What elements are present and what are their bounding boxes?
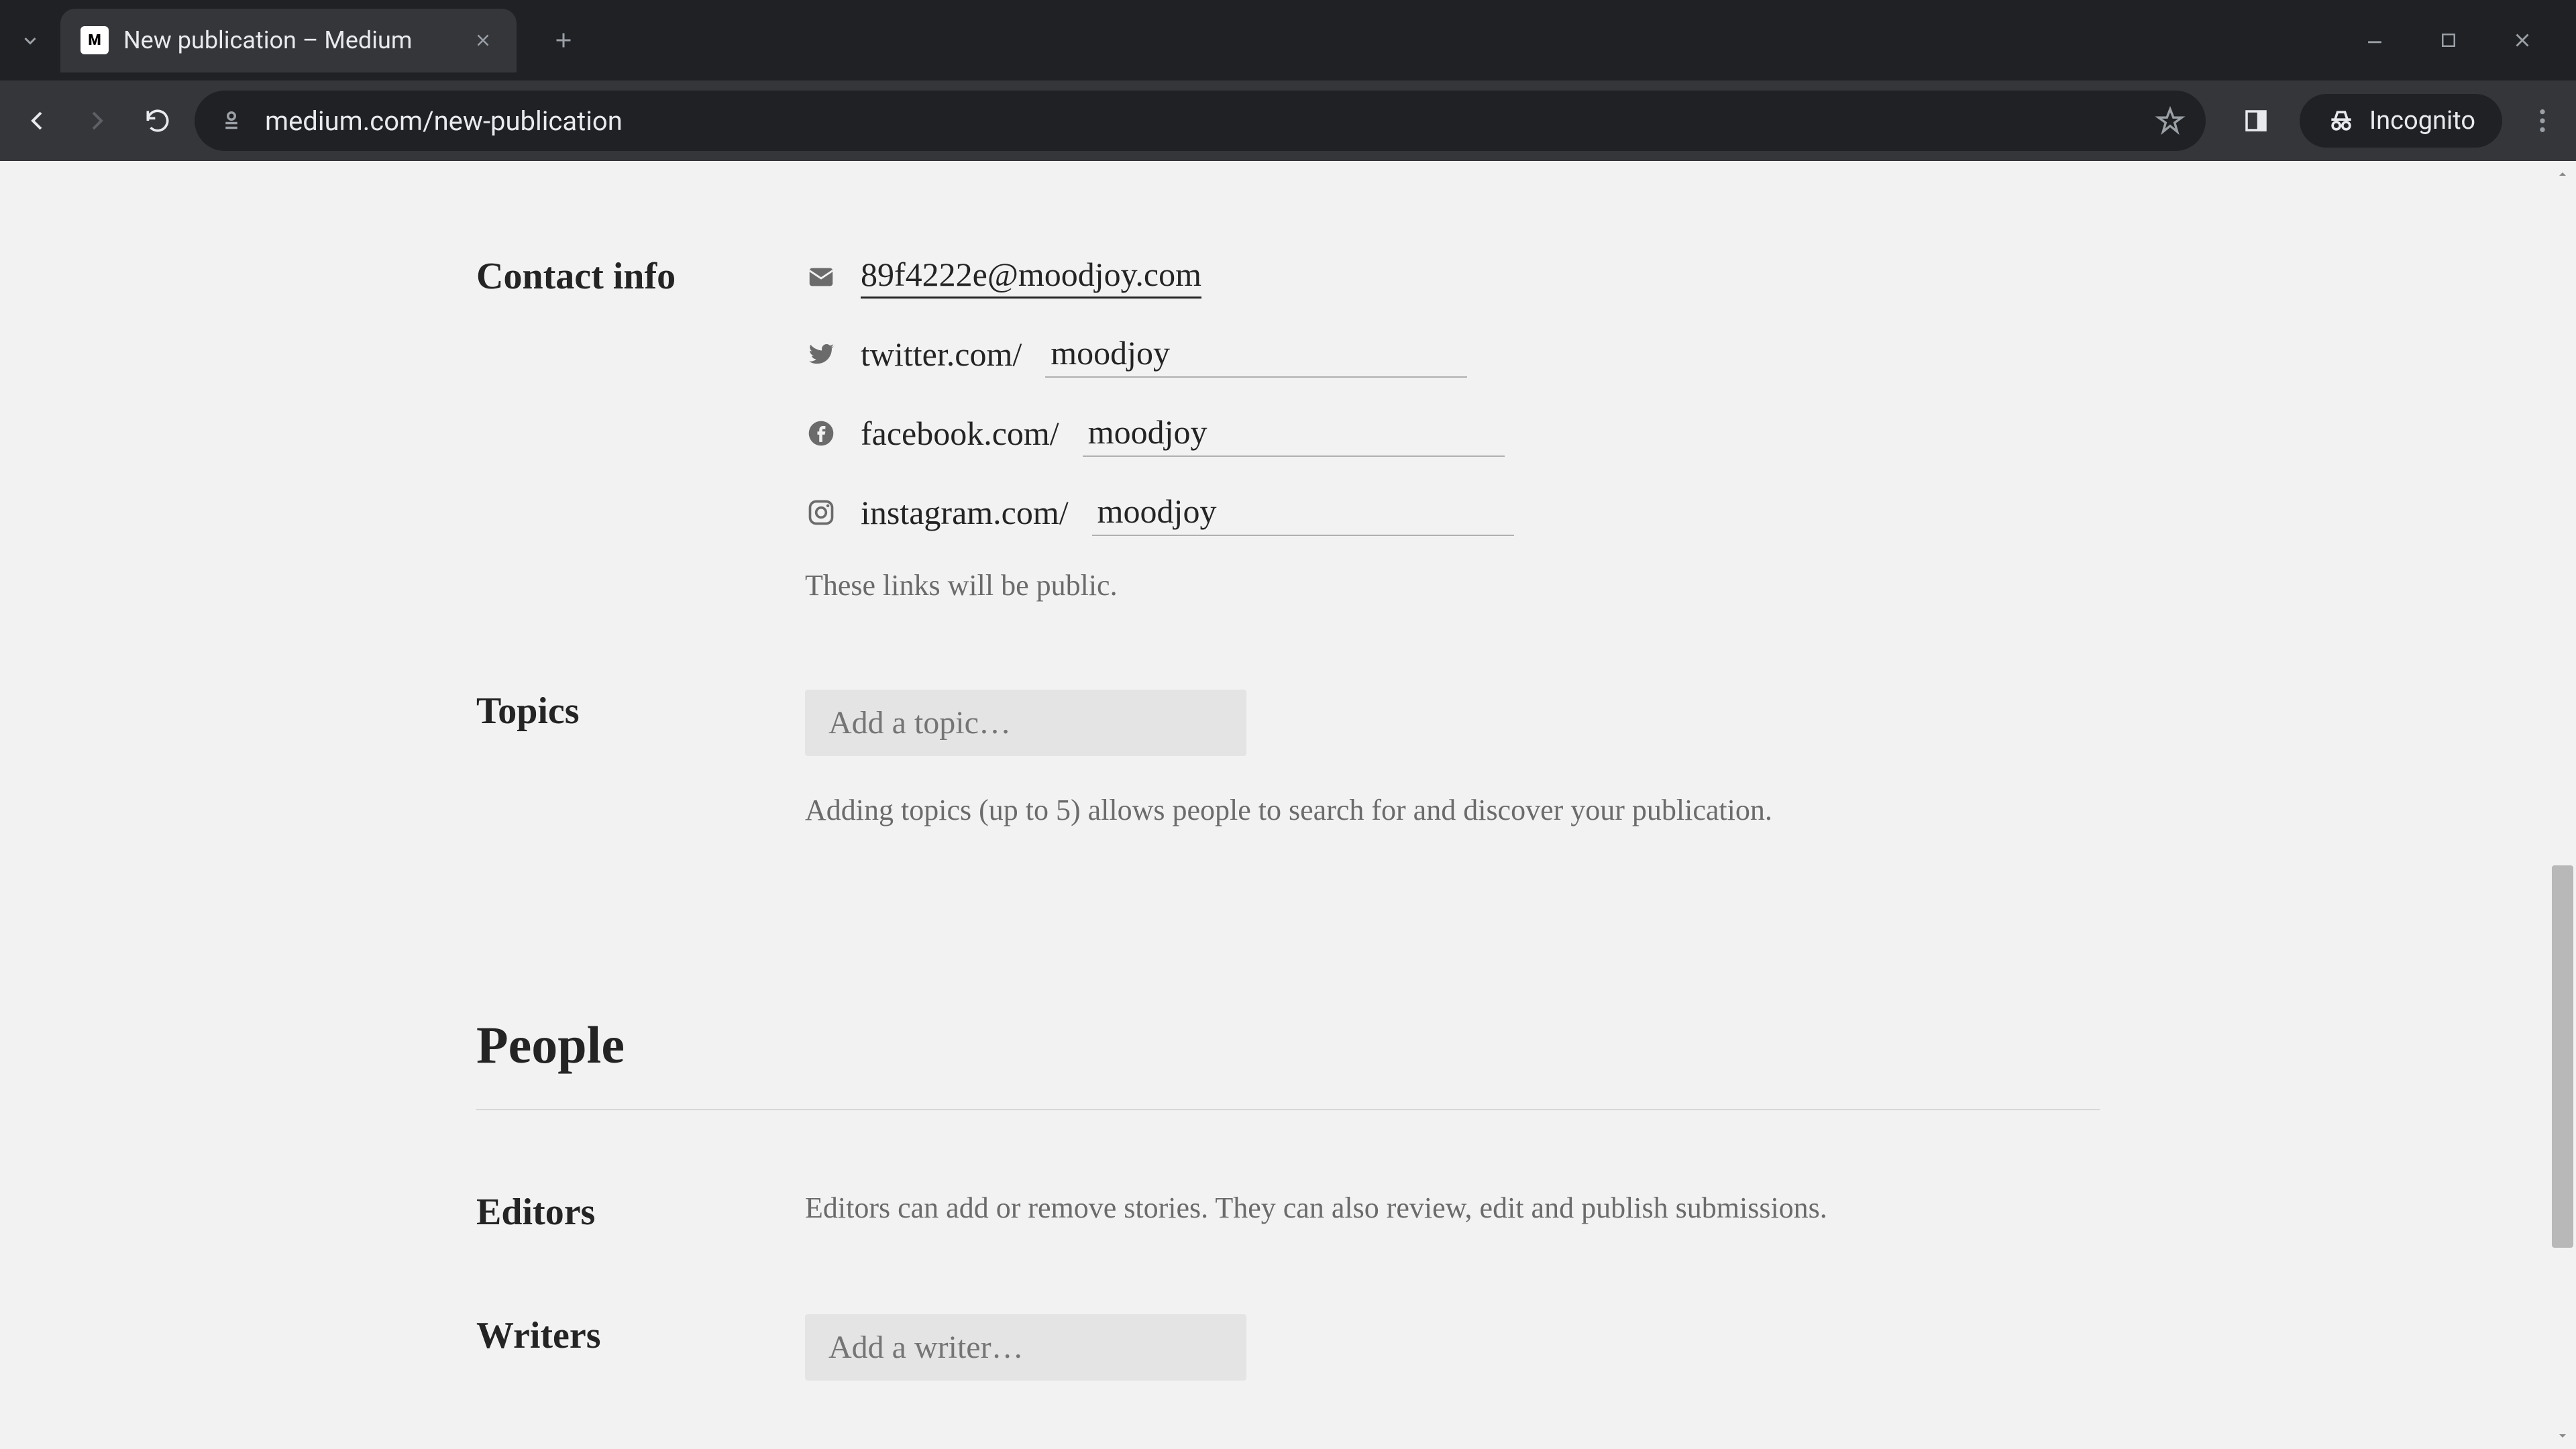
forward-button[interactable] xyxy=(74,97,121,144)
writers-section: Writers xyxy=(241,1314,2334,1381)
scrollbar-up-icon[interactable] xyxy=(2549,161,2576,188)
minimize-icon[interactable] xyxy=(2361,27,2388,54)
close-window-icon[interactable] xyxy=(2509,27,2536,54)
side-panel-icon[interactable] xyxy=(2233,97,2279,144)
tab-search-dropdown[interactable] xyxy=(10,20,50,60)
back-button[interactable] xyxy=(13,97,60,144)
url-text: medium.com/new-publication xyxy=(265,105,2138,137)
contact-info-heading: Contact info xyxy=(241,255,805,602)
incognito-badge[interactable]: Incognito xyxy=(2300,94,2502,148)
editors-description: Editors can add or remove stories. They … xyxy=(805,1191,2334,1225)
browser-tab[interactable]: M New publication – Medium xyxy=(60,9,517,72)
chrome-menu-icon[interactable] xyxy=(2522,101,2563,141)
instagram-username-input[interactable] xyxy=(1092,489,1514,536)
bookmark-star-icon[interactable] xyxy=(2155,105,2186,136)
facebook-prefix: facebook.com/ xyxy=(861,414,1059,453)
editors-heading: Editors xyxy=(241,1191,805,1234)
contact-email-link[interactable]: 89f4222e@moodjoy.com xyxy=(861,255,1201,299)
close-tab-icon[interactable] xyxy=(470,27,496,54)
contact-links-note: These links will be public. xyxy=(805,568,2334,602)
facebook-icon xyxy=(805,417,837,449)
twitter-username-input[interactable] xyxy=(1045,331,1467,378)
topics-help-text: Adding topics (up to 5) allows people to… xyxy=(805,793,2334,827)
tab-title: New publication – Medium xyxy=(123,26,455,54)
editors-section: Editors Editors can add or remove storie… xyxy=(241,1191,2334,1234)
toolbar-right: Incognito xyxy=(2219,94,2563,148)
people-divider xyxy=(476,1109,2100,1110)
people-heading: People xyxy=(241,1015,2334,1075)
page-content: Contact info 89f4222e@moodjoy.com twitte… xyxy=(241,161,2334,1381)
contact-email-row: 89f4222e@moodjoy.com xyxy=(805,255,2334,299)
add-writer-input[interactable] xyxy=(805,1314,1246,1381)
instagram-prefix: instagram.com/ xyxy=(861,493,1069,532)
incognito-icon xyxy=(2326,106,2356,136)
window-controls xyxy=(2361,0,2576,80)
reload-button[interactable] xyxy=(134,97,181,144)
email-icon xyxy=(805,261,837,293)
medium-favicon-icon: M xyxy=(80,26,109,54)
maximize-icon[interactable] xyxy=(2435,27,2462,54)
contact-twitter-row: twitter.com/ xyxy=(805,331,2334,378)
site-info-icon[interactable] xyxy=(215,104,248,138)
topics-heading: Topics xyxy=(241,690,805,827)
browser-chrome: M New publication – Medium xyxy=(0,0,2576,161)
incognito-label: Incognito xyxy=(2369,106,2475,136)
new-tab-button[interactable] xyxy=(543,20,584,60)
page-viewport: Contact info 89f4222e@moodjoy.com twitte… xyxy=(0,161,2576,1449)
vertical-scrollbar[interactable] xyxy=(2549,161,2576,1449)
topics-section: Topics Adding topics (up to 5) allows pe… xyxy=(241,690,2334,827)
browser-toolbar: medium.com/new-publication Incognito xyxy=(0,80,2576,161)
twitter-prefix: twitter.com/ xyxy=(861,335,1022,374)
add-topic-input[interactable] xyxy=(805,690,1246,756)
address-bar[interactable]: medium.com/new-publication xyxy=(195,91,2206,151)
contact-instagram-row: instagram.com/ xyxy=(805,489,2334,536)
twitter-icon xyxy=(805,338,837,370)
writers-heading: Writers xyxy=(241,1314,805,1381)
scrollbar-down-icon[interactable] xyxy=(2549,1422,2576,1449)
scrollbar-thumb[interactable] xyxy=(2552,865,2573,1248)
instagram-icon xyxy=(805,496,837,529)
contact-info-section: Contact info 89f4222e@moodjoy.com twitte… xyxy=(241,255,2334,602)
facebook-username-input[interactable] xyxy=(1083,410,1505,457)
titlebar: M New publication – Medium xyxy=(0,0,2576,80)
contact-facebook-row: facebook.com/ xyxy=(805,410,2334,457)
